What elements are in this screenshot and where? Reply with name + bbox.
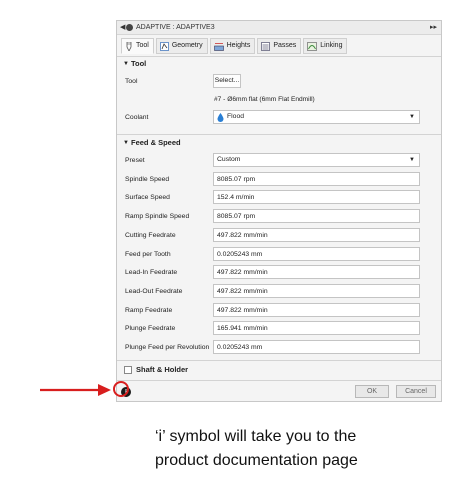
geometry-icon bbox=[159, 41, 169, 51]
tab-tool[interactable]: Tool bbox=[121, 38, 154, 54]
ramp-spindle-speed-input[interactable] bbox=[213, 209, 420, 223]
shaft-holder-title: Shaft & Holder bbox=[136, 365, 189, 374]
spindle-speed-label: Spindle Speed bbox=[125, 176, 170, 183]
tab-linking-label: Linking bbox=[320, 42, 343, 49]
tab-tool-label: Tool bbox=[136, 42, 149, 49]
ramp-feedrate-label: Ramp Feedrate bbox=[125, 307, 173, 314]
coolant-value: Flood bbox=[227, 113, 245, 120]
section-divider bbox=[117, 360, 441, 361]
ramp-feedrate-input[interactable] bbox=[213, 303, 420, 317]
expand-panel-icon[interactable]: ▸▸ bbox=[430, 21, 437, 34]
feed-speed-section-title: Feed & Speed bbox=[131, 138, 181, 147]
cancel-button[interactable]: Cancel bbox=[396, 385, 436, 398]
preset-label: Preset bbox=[125, 157, 145, 164]
tab-geometry-label: Geometry bbox=[171, 42, 203, 49]
collapse-panel-icon[interactable]: ◀ bbox=[120, 21, 125, 34]
lead-out-feedrate-label: Lead-Out Feedrate bbox=[125, 288, 183, 295]
coolant-select[interactable]: Flood ▼ bbox=[213, 110, 420, 124]
tab-heights-label: Heights bbox=[226, 42, 251, 49]
plunge-feed-per-revolution-label: Plunge Feed per Revolution bbox=[125, 344, 210, 351]
feed-per-tooth-input[interactable] bbox=[213, 247, 420, 261]
tab-passes[interactable]: Passes bbox=[257, 38, 302, 54]
preset-value: Custom bbox=[217, 156, 241, 163]
chevron-down-icon: ▼ bbox=[409, 157, 415, 163]
tab-linking[interactable]: Linking bbox=[303, 38, 348, 54]
feed-per-tooth-label: Feed per Tooth bbox=[125, 251, 171, 258]
tool-label: Tool bbox=[125, 78, 138, 85]
tool-section-header[interactable]: ▼ Tool bbox=[117, 58, 441, 70]
spindle-speed-input[interactable] bbox=[213, 172, 420, 186]
tab-heights[interactable]: Heights bbox=[209, 38, 256, 54]
adaptive-operation-icon bbox=[126, 24, 133, 31]
plunge-feedrate-input[interactable] bbox=[213, 321, 420, 335]
plunge-feed-per-revolution-input[interactable] bbox=[213, 340, 420, 354]
coolant-drop-icon bbox=[217, 113, 224, 122]
cutting-feedrate-label: Cutting Feedrate bbox=[125, 232, 176, 239]
section-divider bbox=[117, 56, 441, 57]
info-highlight-ring bbox=[113, 381, 129, 397]
cutting-feedrate-input[interactable] bbox=[213, 228, 420, 242]
ramp-spindle-speed-label: Ramp Spindle Speed bbox=[125, 213, 190, 220]
passes-icon bbox=[261, 41, 271, 51]
section-divider bbox=[117, 134, 441, 135]
shaft-holder-section-header[interactable]: Shaft & Holder bbox=[117, 364, 441, 376]
preset-select[interactable]: Custom ▼ bbox=[213, 153, 420, 167]
collapse-arrow-icon: ▼ bbox=[123, 140, 129, 146]
tab-geometry[interactable]: Geometry bbox=[155, 38, 208, 54]
tool-select-button[interactable]: Select... bbox=[213, 74, 241, 88]
red-arrow-icon bbox=[40, 384, 111, 396]
tool-icon bbox=[126, 41, 132, 51]
caption-line-1: ‘i’ symbol will take you to the bbox=[155, 428, 357, 445]
ok-button[interactable]: OK bbox=[355, 385, 389, 398]
tool-description: #7 - Ø6mm flat (6mm Flat Endmill) bbox=[214, 96, 315, 103]
surface-speed-input[interactable] bbox=[213, 190, 420, 204]
lead-out-feedrate-input[interactable] bbox=[213, 284, 420, 298]
caption-text: ‘i’ symbol will take you to the product … bbox=[155, 425, 455, 473]
surface-speed-label: Surface Speed bbox=[125, 194, 170, 201]
tab-bar: Tool Geometry Heights Passes Linking bbox=[121, 38, 348, 54]
linking-icon bbox=[307, 41, 318, 51]
operation-dialog: ◀ ADAPTIVE : ADAPTIVE3 ▸▸ Tool Geometry … bbox=[116, 20, 442, 402]
feed-speed-section-header[interactable]: ▼ Feed & Speed bbox=[117, 137, 441, 149]
chevron-down-icon: ▼ bbox=[409, 114, 415, 120]
collapse-arrow-icon: ▼ bbox=[123, 61, 129, 67]
dialog-titlebar: ◀ ADAPTIVE : ADAPTIVE3 ▸▸ bbox=[117, 21, 441, 35]
tab-passes-label: Passes bbox=[273, 42, 297, 49]
coolant-label: Coolant bbox=[125, 114, 149, 121]
lead-in-feedrate-label: Lead-In Feedrate bbox=[125, 269, 178, 276]
dialog-title: ADAPTIVE : ADAPTIVE3 bbox=[136, 24, 215, 31]
heights-icon bbox=[213, 42, 224, 51]
lead-in-feedrate-input[interactable] bbox=[213, 265, 420, 279]
section-divider bbox=[117, 380, 441, 381]
tool-section-title: Tool bbox=[131, 59, 147, 68]
plunge-feedrate-label: Plunge Feedrate bbox=[125, 325, 176, 332]
caption-line-2: product documentation page bbox=[155, 452, 358, 469]
